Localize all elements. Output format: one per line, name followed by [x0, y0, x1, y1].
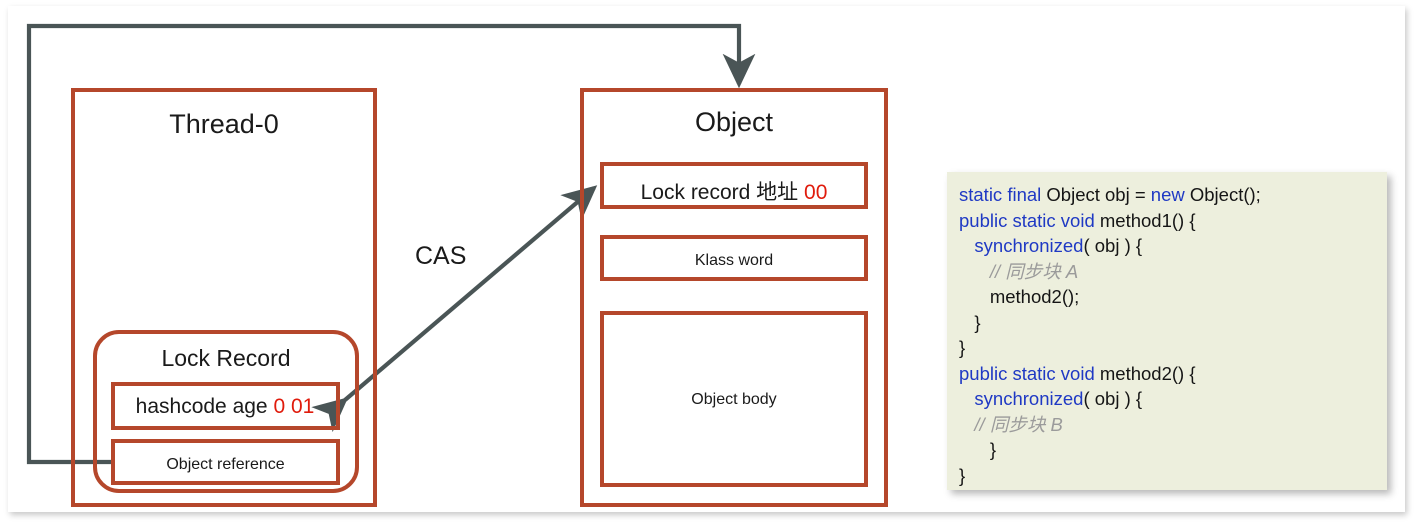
- code-keyword: static final: [959, 184, 1047, 205]
- code-body: static final Object obj = new Object(); p…: [959, 182, 1387, 488]
- code-text: method2();: [959, 286, 1080, 307]
- code-text: method2() {: [1099, 362, 1196, 384]
- hashcode-age-label: hashcode age: [135, 395, 274, 418]
- code-line: static final Object obj = new Object();: [959, 182, 1387, 208]
- code-text: Object();: [1189, 184, 1261, 205]
- object-reference-row: Object reference: [111, 439, 340, 485]
- code-line: synchronized( obj ) {: [959, 386, 1387, 412]
- code-line: }: [959, 463, 1387, 489]
- code-keyword: synchronized: [974, 388, 1084, 409]
- code-line: }: [959, 310, 1387, 336]
- diagram-canvas: Thread-0 Lock Record hashcode age 0 01 O…: [0, 0, 1419, 523]
- object-body-label: Object body: [691, 391, 777, 408]
- object-markword-row: Lock record 地址 00: [600, 162, 868, 209]
- code-text: ( obj ) {: [1083, 235, 1143, 256]
- thread-box-title: Thread-0: [169, 109, 279, 139]
- code-text: }: [959, 311, 981, 333]
- code-line: }: [959, 437, 1387, 463]
- code-text: }: [959, 337, 966, 358]
- code-comment: // 同步块 B: [974, 413, 1063, 435]
- code-line: }: [959, 335, 1387, 361]
- code-keyword: new: [1150, 184, 1190, 205]
- lock-record-header-text: hashcode age 0 01: [95, 395, 355, 419]
- code-line: public static void method2() {: [959, 361, 1387, 387]
- object-box-title: Object: [694, 107, 774, 137]
- code-text: }: [959, 439, 997, 460]
- code-text: Object obj =: [1046, 184, 1151, 205]
- cas-label: CAS: [415, 242, 467, 270]
- code-line: // 同步块 B: [959, 412, 1387, 438]
- code-comment: // 同步块 A: [989, 260, 1079, 282]
- code-line: synchronized( obj ) {: [959, 233, 1387, 259]
- code-line: public static void method1() {: [959, 208, 1387, 234]
- object-klassword-label: Klass word: [694, 252, 774, 269]
- object-body-row: Object body: [600, 311, 868, 487]
- object-reference-label: Object reference: [166, 456, 285, 473]
- code-text: }: [959, 464, 966, 486]
- lock-record-title: Lock Record: [161, 345, 291, 371]
- object-markword-text: Lock record 地址 00: [604, 176, 864, 206]
- lock-record-addr-value: 00: [804, 181, 828, 204]
- code-keyword: public static void: [959, 209, 1100, 231]
- object-klassword-row: Klass word: [600, 235, 868, 281]
- lock-record-addr-label: Lock record 地址: [640, 181, 805, 204]
- code-line: method2();: [959, 284, 1387, 310]
- hashcode-age-value: 0 01: [273, 395, 315, 418]
- code-panel: static final Object obj = new Object(); p…: [947, 172, 1387, 490]
- code-line: // 同步块 A: [959, 259, 1387, 285]
- code-keyword: synchronized: [974, 235, 1084, 256]
- code-text: method1() {: [1099, 209, 1196, 231]
- code-keyword: public static void: [959, 362, 1100, 384]
- code-text: ( obj ) {: [1083, 388, 1143, 409]
